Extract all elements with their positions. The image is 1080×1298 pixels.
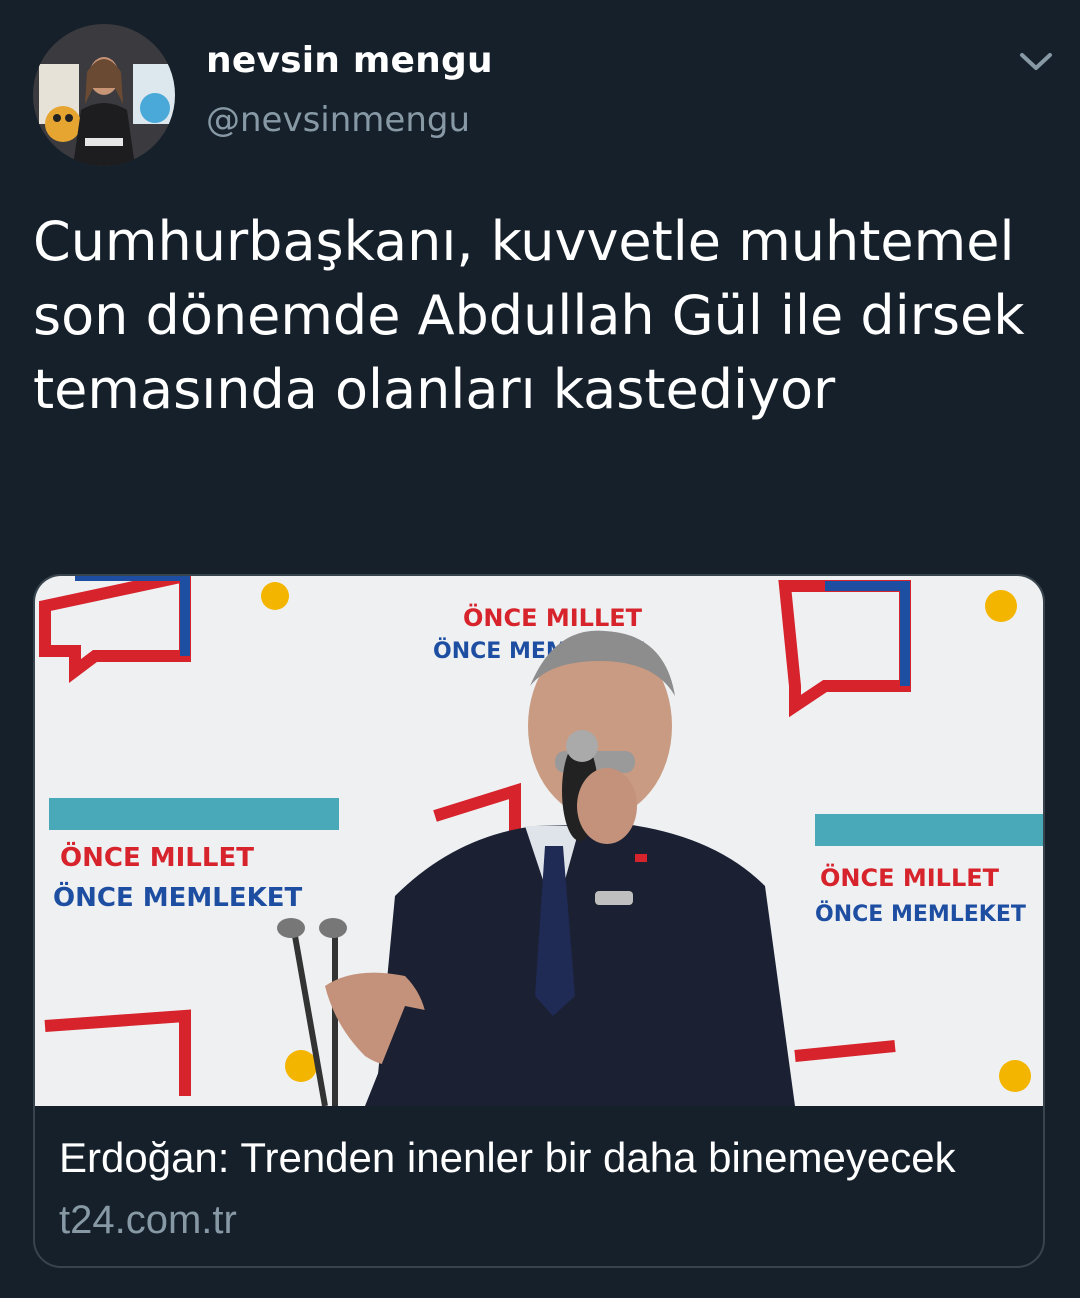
link-card-title[interactable]: Erdoğan: Trenden inenler bir daha bineme… <box>59 1134 1029 1182</box>
link-card[interactable]: ÖNCE MILLET ÖNCE MEMLEKET ÖNCE MILLET ÖN… <box>33 574 1045 1268</box>
display-name[interactable]: nevsin mengu <box>206 40 493 81</box>
avatar-photo <box>33 24 175 166</box>
banner-red-left: ÖNCE MILLET <box>60 840 254 873</box>
chevron-down-icon[interactable] <box>1016 46 1056 76</box>
avatar[interactable] <box>33 24 175 166</box>
link-card-domain: t24.com.tr <box>59 1198 237 1242</box>
user-handle[interactable]: @nevsinmengu <box>206 100 470 140</box>
banner-blue-right: ÖNCE MEMLEKET <box>815 901 1026 927</box>
banner-red-right: ÖNCE MILLET <box>820 862 1000 892</box>
banner-red-top: ÖNCE MILLET <box>463 602 643 632</box>
tweet-text: Cumhurbaşkanı, kuvvetle muhtemel son dön… <box>33 210 1025 421</box>
banner-blue-left: ÖNCE MEMLEKET <box>53 880 302 913</box>
link-card-image: ÖNCE MILLET ÖNCE MEMLEKET ÖNCE MILLET ÖN… <box>35 576 1043 1106</box>
